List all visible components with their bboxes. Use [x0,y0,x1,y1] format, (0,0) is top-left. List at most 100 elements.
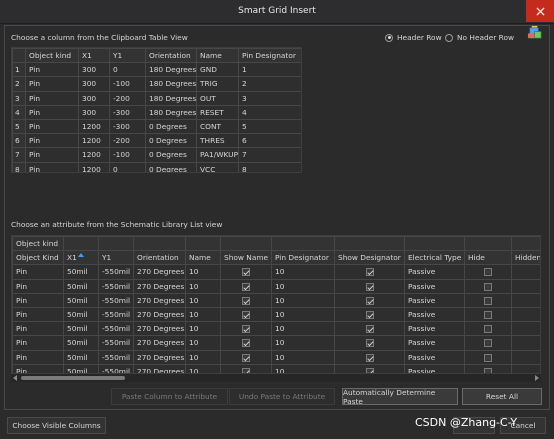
column-header[interactable]: Pin Designator [238,48,301,64]
show-designator-cell[interactable] [334,349,405,365]
table-cell[interactable]: CONT [196,118,239,135]
header-row-radio[interactable] [385,33,393,42]
object-kind-cell[interactable]: Pin [12,335,64,351]
name-cell[interactable]: 10 [185,264,221,280]
orientation-cell[interactable]: 270 Degrees [133,278,186,294]
hide-cell[interactable] [464,335,512,351]
library-table-row[interactable]: Pin 50mil -550mil 270 Degrees 10 10 Passive [12,292,540,308]
show-name-cell[interactable] [220,306,272,323]
checkbox[interactable] [484,268,492,277]
table-cell[interactable]: Pin [25,133,79,149]
column-header[interactable]: Orientation [145,48,197,64]
clipboard-paste-icon[interactable] [527,25,542,40]
column-header[interactable]: Electrical Type [404,250,465,266]
orientation-cell[interactable]: 270 Degrees [133,335,186,351]
table-cell[interactable]: 0 Degrees [145,133,197,149]
pin-designator-cell[interactable]: 10 [271,335,335,351]
pin-designator-cell[interactable]: 10 [271,278,335,294]
table-cell[interactable]: 300 [78,62,110,78]
table-cell[interactable]: Pin [25,76,79,92]
electrical-type-cell[interactable]: Passive [404,349,465,365]
table-cell[interactable]: PA1/WKUP [196,147,239,163]
show-designator-cell[interactable] [334,321,405,337]
column-header[interactable]: Hidden Net N [511,250,540,266]
name-cell[interactable]: 10 [185,278,221,294]
group-header-object-kind[interactable]: Object kind [12,236,64,252]
clipboard-table[interactable]: Object kind X1 Y1 Orientation Name Pin D… [11,47,302,173]
show-name-cell[interactable] [220,321,272,337]
hidden-net-cell[interactable] [511,278,540,294]
table-cell[interactable]: 0 [109,62,146,78]
hidden-net-cell[interactable] [511,349,540,365]
column-header[interactable]: Pin Designator [271,250,335,266]
table-cell[interactable]: 5 [238,118,301,135]
y1-cell[interactable]: -550mil [98,292,134,308]
table-cell[interactable]: 3 [238,90,301,106]
pin-designator-cell[interactable]: 10 [271,264,335,280]
column-header[interactable]: Y1 [109,48,146,64]
x1-cell[interactable]: 50mil [63,321,99,337]
object-kind-cell[interactable]: Pin [12,306,64,323]
paste-column-button[interactable]: Paste Column to Attribute [111,388,228,405]
name-cell[interactable]: 10 [185,306,221,323]
table-cell[interactable]: 180 Degrees [145,104,197,120]
object-kind-cell[interactable]: Pin [12,264,64,280]
clipboard-table-row[interactable]: 3 Pin 300 -200 180 Degrees OUT 3 [12,90,301,106]
electrical-type-cell[interactable]: Passive [404,321,465,337]
checkbox[interactable] [484,339,492,348]
pin-designator-cell[interactable]: 10 [271,321,335,337]
orientation-cell[interactable]: 270 Degrees [133,292,186,308]
column-header[interactable]: Object Kind [12,250,64,266]
checkbox[interactable] [242,296,250,305]
table-cell[interactable]: -200 [109,90,146,106]
checkbox[interactable] [484,296,492,305]
library-table-row[interactable]: Pin 50mil -550mil 270 Degrees 10 10 Passive [12,321,540,337]
table-cell[interactable]: 180 Degrees [145,62,197,78]
column-header[interactable]: X1 [78,48,110,64]
hidden-net-cell[interactable] [511,264,540,280]
column-header[interactable]: Name [196,48,239,64]
table-cell[interactable]: VCC [196,161,239,172]
checkbox[interactable] [365,353,374,362]
electrical-type-cell[interactable]: Passive [404,335,465,351]
table-cell[interactable]: Pin [25,90,79,106]
x1-cell[interactable]: 50mil [63,292,99,308]
table-cell[interactable]: THRES [196,133,239,149]
hide-cell[interactable] [464,292,512,308]
electrical-type-cell[interactable]: Passive [404,292,465,308]
hide-cell[interactable] [464,306,512,323]
column-header[interactable]: Show Name [220,250,272,266]
checkbox[interactable] [242,311,250,320]
name-cell[interactable]: 10 [185,321,221,337]
table-cell[interactable]: 1200 [78,133,110,149]
checkbox[interactable] [365,325,374,334]
y1-cell[interactable]: -550mil [98,306,134,323]
library-table[interactable]: Object kind Object Kind X1 Y1 Orientatio… [11,235,541,374]
scrollbar-thumb[interactable] [21,376,125,380]
table-cell[interactable]: 1 [238,62,301,78]
name-cell[interactable]: 10 [185,292,221,308]
checkbox[interactable] [242,353,250,362]
clipboard-table-row[interactable]: 4 Pin 300 -300 180 Degrees RESET 4 [12,104,301,120]
object-kind-cell[interactable]: Pin [12,292,64,308]
clipboard-table-row[interactable]: 6 Pin 1200 -200 0 Degrees THRES 6 [12,133,301,149]
table-cell[interactable]: -300 [109,104,146,120]
scroll-right-icon[interactable] [535,375,539,381]
electrical-type-cell[interactable]: Passive [404,264,465,280]
table-cell[interactable]: Pin [25,161,79,172]
object-kind-cell[interactable]: Pin [12,349,64,365]
show-name-cell[interactable] [220,292,272,308]
choose-visible-columns-button[interactable]: Choose Visible Columns [7,417,106,434]
name-cell[interactable]: 10 [185,335,221,351]
clipboard-table-row[interactable]: 2 Pin 300 -100 180 Degrees TRIG 2 [12,76,301,92]
table-cell[interactable]: Pin [25,147,79,163]
column-header[interactable]: Object kind [25,48,79,64]
show-name-cell[interactable] [220,264,272,280]
y1-cell[interactable]: -550mil [98,321,134,337]
hide-cell[interactable] [464,278,512,294]
show-designator-cell[interactable] [334,292,405,308]
checkbox[interactable] [365,268,374,277]
library-table-row[interactable]: Pin 50mil -550mil 270 Degrees 10 10 Passive [12,264,540,280]
column-header[interactable]: Hide [464,250,512,266]
table-cell[interactable]: 0 Degrees [145,161,197,172]
